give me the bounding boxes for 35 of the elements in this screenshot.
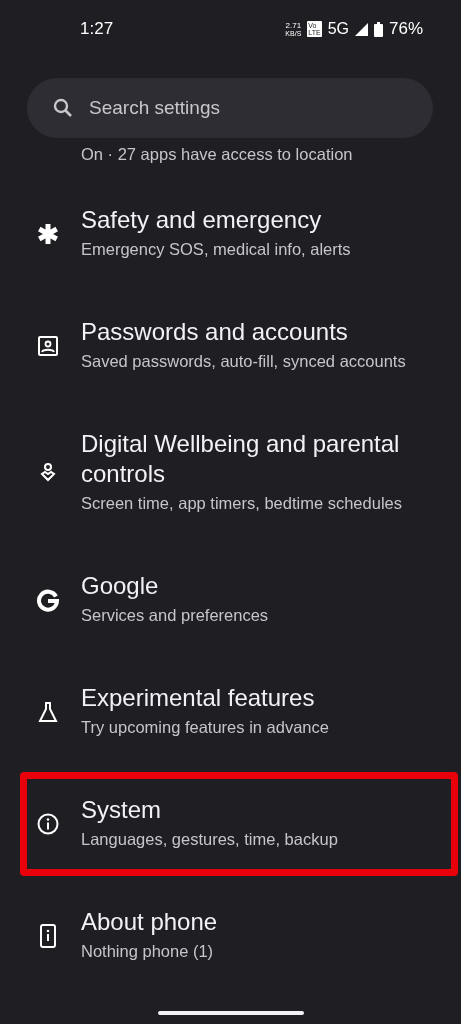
battery-percentage: 76% bbox=[388, 19, 423, 39]
item-summary: Saved passwords, auto-fill, synced accounts bbox=[81, 351, 406, 372]
item-title: Google bbox=[81, 571, 160, 601]
signal-icon bbox=[354, 22, 368, 36]
item-summary: Languages, gestures, time, backup bbox=[81, 829, 338, 850]
flask-icon bbox=[36, 700, 60, 724]
settings-item[interactable]: Digital Wellbeing and parental controls Screen time, app timers, bedtime schedules bbox=[20, 402, 458, 544]
settings-item[interactable]: About phone Nothing phone (1) bbox=[20, 880, 458, 992]
item-title: System bbox=[81, 795, 162, 825]
clock: 1:27 bbox=[80, 19, 115, 39]
item-title: Experimental features bbox=[81, 683, 316, 713]
item-summary: Try upcoming features in advance bbox=[81, 717, 329, 738]
settings-item[interactable]: Google Services and preferences bbox=[20, 544, 458, 656]
home-indicator[interactable] bbox=[157, 1011, 304, 1015]
search-field[interactable]: Search settings bbox=[27, 78, 433, 138]
asterisk-icon bbox=[36, 222, 60, 246]
item-summary: Nothing phone (1) bbox=[81, 941, 215, 962]
account-card-icon bbox=[36, 334, 60, 358]
battery-icon bbox=[373, 21, 383, 37]
g-letter-icon bbox=[36, 588, 60, 612]
settings-item[interactable]: Passwords and accounts Saved passwords, auto-fill, synced accounts bbox=[20, 290, 458, 402]
item-summary: Emergency SOS, medical info, alerts bbox=[81, 239, 351, 260]
item-summary: On · 27 apps have access to location bbox=[81, 144, 354, 164]
search-icon bbox=[53, 98, 73, 118]
item-title: Digital Wellbeing and parental controls bbox=[81, 429, 401, 489]
settings-item[interactable]: Safety and emergency Emergency SOS, medical info, alerts bbox=[20, 178, 458, 290]
item-summary: Screen time, app timers, bedtime schedules bbox=[81, 493, 403, 514]
network-type: 5G bbox=[327, 20, 349, 38]
item-summary: Services and preferences bbox=[81, 605, 269, 626]
info-icon bbox=[36, 812, 60, 836]
item-title: About phone bbox=[81, 907, 218, 937]
settings-item[interactable]: System Languages, gestures, time, backup bbox=[20, 772, 458, 876]
settings-item[interactable]: Experimental features Try upcoming features in advance bbox=[20, 656, 458, 768]
item-title: Passwords and accounts bbox=[81, 317, 349, 347]
item-title: Safety and emergency bbox=[81, 205, 323, 235]
